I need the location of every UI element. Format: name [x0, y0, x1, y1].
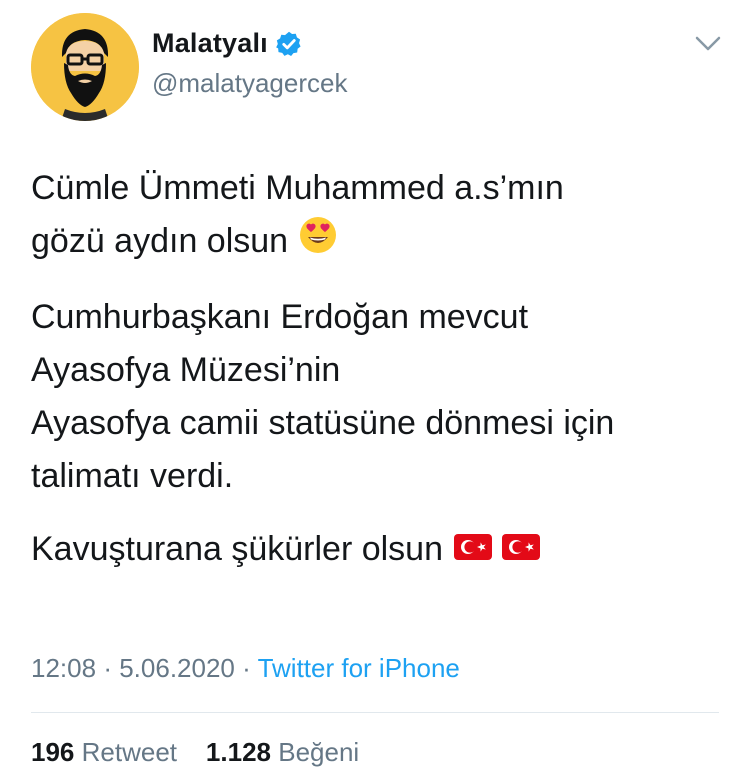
tweet: Malatyalı @malatyagercek Cümle Ümmeti Mu… [0, 0, 750, 777]
heart-eyes-emoji-icon [298, 215, 338, 271]
turkey-flag-emoji-icon [453, 525, 493, 578]
likes-label: Beğeni [278, 737, 360, 767]
tweet-stats: 196 Retweet 1.128 Beğeni [31, 737, 359, 768]
tweet-line-with-emoji: gözü aydın olsun [31, 215, 731, 271]
retweets-count: 196 [31, 737, 75, 767]
tweet-paragraph: Cümle Ümmeti Muhammed a.s’mın gözü aydın… [31, 162, 731, 271]
author-handle[interactable]: @malatyagercek [152, 68, 347, 99]
tweet-source-link[interactable]: Twitter for iPhone [258, 653, 460, 683]
meta-separator: · [242, 653, 251, 683]
meta-separator: · [103, 653, 112, 683]
tweet-text: Cümle Ümmeti Muhammed a.s’mın gözü aydın… [31, 162, 731, 598]
likes-count: 1.128 [205, 737, 271, 767]
tweet-line: Kavuşturana şükürler olsun [31, 530, 444, 569]
tweet-paragraph: Cumhurbaşkanı Erdoğan mevcut Ayasofya Mü… [31, 291, 731, 503]
likes-stat[interactable]: 1.128 Beğeni [206, 737, 359, 767]
retweets-stat[interactable]: 196 Retweet [31, 737, 177, 767]
tweet-line: Cumhurbaşkanı Erdoğan mevcut [31, 298, 529, 337]
tweet-line: Ayasofya Müzesi’nin [31, 351, 341, 390]
verified-badge-icon [275, 30, 303, 58]
tweet-line-with-emoji: Kavuşturana şükürler olsun [31, 523, 731, 578]
retweets-label: Retweet [81, 737, 178, 767]
tweet-date[interactable]: 5.06.2020 [119, 653, 235, 683]
turkey-flag-emoji-icon [501, 525, 541, 578]
chevron-down-icon[interactable] [692, 34, 724, 54]
tweet-line: gözü aydın olsun [31, 222, 289, 260]
bearded-man-avatar-icon [31, 13, 139, 121]
tweet-time[interactable]: 12:08 [31, 653, 96, 683]
avatar[interactable] [31, 13, 139, 121]
tweet-line: Cümle Ümmeti Muhammed a.s’mın [31, 169, 564, 207]
tweet-line: Ayasofya camii statüsüne dönmesi için [31, 404, 615, 443]
author-name-row[interactable]: Malatyalı [152, 28, 303, 59]
tweet-meta: 12:08 · 5.06.2020 · Twitter for iPhone [31, 653, 460, 684]
author-display-name[interactable]: Malatyalı [152, 28, 268, 59]
divider [31, 712, 719, 713]
tweet-paragraph: Kavuşturana şükürler olsun [31, 523, 731, 578]
tweet-line: talimatı verdi. [31, 457, 234, 496]
